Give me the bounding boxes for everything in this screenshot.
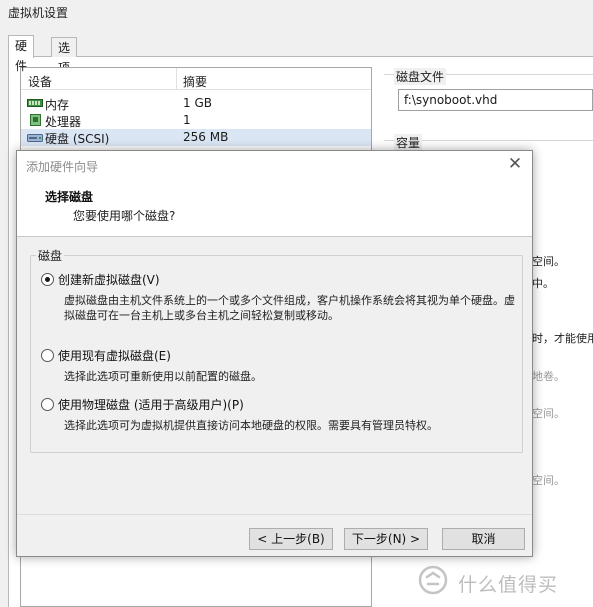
memory-icon (27, 99, 43, 107)
detail-text-fragment: 空间。 (532, 407, 565, 420)
page-title: 选择磁盘 (45, 190, 94, 204)
device-summary: 1 GB (183, 96, 212, 110)
radio-label: 创建新虚拟磁盘(V) (58, 273, 160, 287)
device-name: 处理器 (45, 115, 82, 129)
watermark: 什么值得买 (418, 565, 588, 597)
radio-label: 使用物理磁盘 (适用于高级用户)(P) (58, 398, 244, 412)
capacity-label: 容量 (394, 134, 423, 151)
tab-hardware[interactable]: 硬件 (8, 35, 35, 73)
option-description: 虚拟磁盘由主机文件系统上的一个或多个文件组成，客户机操作系统会将其视为单个硬盘。… (64, 294, 515, 322)
detail-text-fragment: 时，才能使用 (532, 332, 593, 345)
column-header-device[interactable]: 设备 (28, 73, 52, 90)
device-row-hard-disk[interactable]: 硬盘 (SCSI) 256 MB (21, 129, 371, 146)
option-description: 选择此选项可重新使用以前配置的磁盘。 (64, 370, 262, 383)
detail-text-fragment: 中。 (532, 277, 554, 290)
device-name: 硬盘 (SCSI) (45, 132, 110, 146)
back-button[interactable]: < 上一步(B) (249, 528, 333, 550)
tab-options[interactable]: 选项 (51, 37, 78, 75)
detail-text-fragment: 地卷。 (532, 370, 565, 383)
page-subtitle: 您要使用哪个磁盘? (73, 209, 176, 223)
wizard-header: 选择磁盘 您要使用哪个磁盘? (17, 179, 532, 237)
close-icon[interactable]: ✕ (506, 154, 524, 174)
radio-button[interactable] (41, 398, 54, 411)
device-row-processor[interactable]: 处理器 1 (21, 112, 371, 129)
detail-text-fragment: 空间。 (532, 474, 565, 487)
cancel-button[interactable]: 取消 (442, 528, 525, 550)
column-separator (176, 68, 177, 90)
radio-button[interactable] (41, 349, 54, 362)
device-row-memory[interactable]: 内存 1 GB (21, 95, 371, 112)
detail-text-fragment: 空间。 (532, 255, 565, 268)
radio-label: 使用现有虚拟磁盘(E) (58, 349, 171, 363)
group-label: 磁盘 (36, 247, 65, 264)
device-summary: 256 MB (183, 130, 229, 144)
window-title: 虚拟机设置 (8, 6, 69, 20)
dialog-title: 添加硬件向导 (26, 160, 99, 174)
add-hardware-wizard-dialog: 添加硬件向导 ✕ 选择磁盘 您要使用哪个磁盘? 磁盘 创建新虚拟磁盘(V) 虚拟… (16, 150, 533, 557)
dialog-titlebar[interactable]: 添加硬件向导 ✕ (17, 151, 532, 179)
processor-icon (30, 114, 41, 126)
device-summary: 1 (183, 113, 191, 127)
watermark-text: 什么值得买 (458, 574, 559, 596)
disk-file-label: 磁盘文件 (394, 68, 447, 85)
footer-divider (17, 514, 532, 515)
smzdm-logo-icon (418, 565, 448, 595)
radio-button[interactable] (41, 273, 54, 286)
device-name: 内存 (45, 98, 70, 112)
disk-file-field[interactable]: f:\synoboot.vhd (398, 89, 593, 111)
device-list-header: 设备 摘要 (21, 68, 371, 90)
column-header-summary[interactable]: 摘要 (183, 73, 207, 90)
next-button[interactable]: 下一步(N) > (344, 528, 428, 550)
hard-disk-icon (27, 134, 43, 142)
option-description: 选择此选项可为虚拟机提供直接访问本地硬盘的权限。需要具有管理员特权。 (64, 419, 438, 432)
disk-options-group: 磁盘 创建新虚拟磁盘(V) 虚拟磁盘由主机文件系统上的一个或多个文件组成，客户机… (30, 247, 523, 453)
